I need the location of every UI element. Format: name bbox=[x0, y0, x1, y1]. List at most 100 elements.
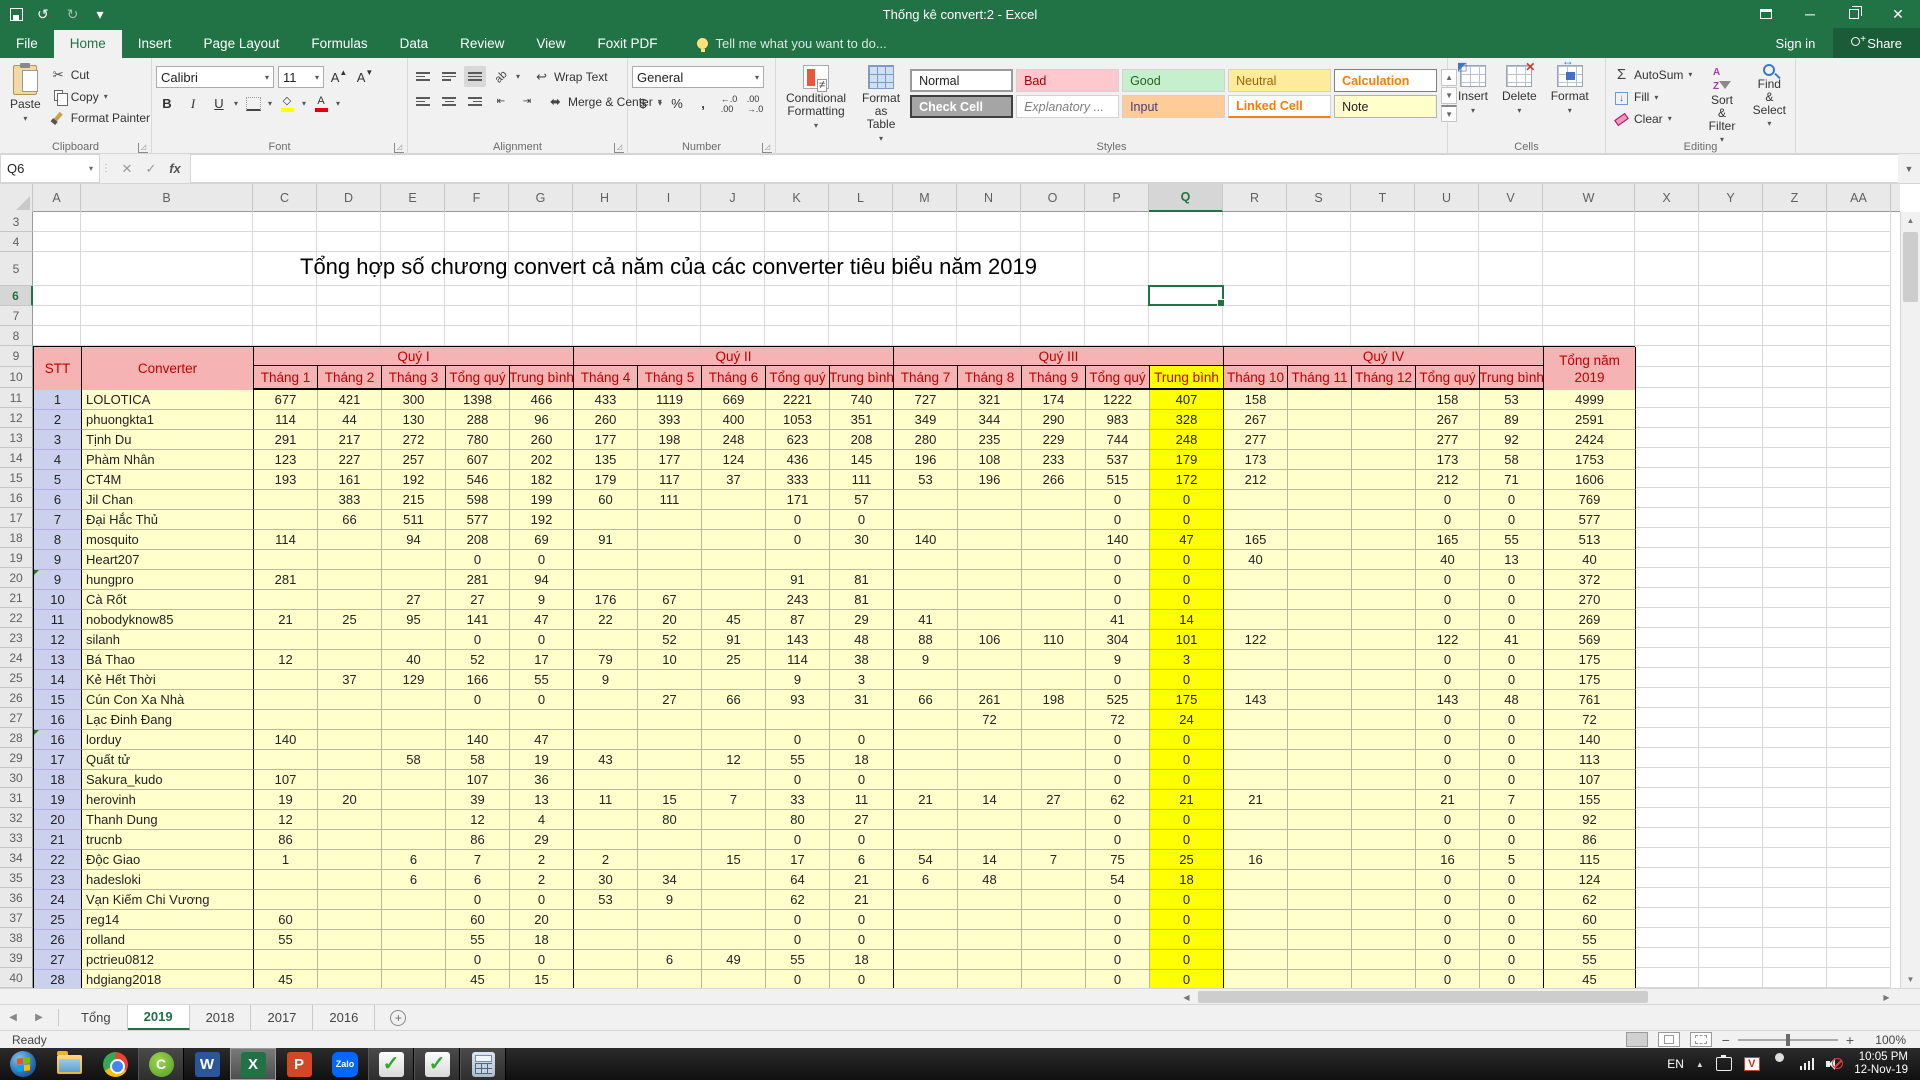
cell-X6[interactable] bbox=[1635, 286, 1699, 306]
value-cell[interactable]: 39 bbox=[446, 790, 510, 810]
value-cell[interactable]: 260 bbox=[574, 410, 638, 430]
column-header-N[interactable]: N bbox=[957, 184, 1021, 212]
value-cell[interactable] bbox=[702, 570, 766, 590]
value-cell[interactable]: 110 bbox=[1022, 630, 1086, 650]
cell-AA30[interactable] bbox=[1827, 768, 1891, 788]
stt-cell[interactable]: 18 bbox=[34, 770, 82, 790]
value-cell[interactable]: 272 bbox=[382, 430, 446, 450]
style-explanatory-[interactable]: Explanatory ... bbox=[1016, 95, 1119, 118]
value-cell[interactable] bbox=[1022, 710, 1086, 730]
value-cell[interactable] bbox=[1288, 870, 1352, 890]
column-header-R[interactable]: R bbox=[1223, 184, 1287, 212]
taskbar-app-zalo[interactable]: Zalo bbox=[322, 1048, 368, 1080]
stt-cell[interactable]: 21 bbox=[34, 830, 82, 850]
value-cell[interactable]: 58 bbox=[382, 750, 446, 770]
value-cell[interactable]: 18 bbox=[830, 750, 894, 770]
value-cell[interactable]: 0 bbox=[766, 770, 830, 790]
value-cell[interactable]: 248 bbox=[702, 430, 766, 450]
autosum-button[interactable]: ΣAutoSum ▾ bbox=[1610, 64, 1696, 85]
value-cell[interactable] bbox=[1022, 730, 1086, 750]
column-header-J[interactable]: J bbox=[701, 184, 765, 212]
value-cell[interactable] bbox=[958, 890, 1022, 910]
value-cell[interactable]: 0 bbox=[1416, 650, 1480, 670]
cell-H7[interactable] bbox=[573, 306, 637, 326]
stt-cell[interactable]: 23 bbox=[34, 870, 82, 890]
row-header-29[interactable]: 29 bbox=[0, 748, 33, 768]
cell-Y35[interactable] bbox=[1699, 868, 1763, 888]
value-cell[interactable] bbox=[382, 550, 446, 570]
value-cell[interactable] bbox=[1022, 530, 1086, 550]
value-cell[interactable] bbox=[958, 650, 1022, 670]
value-cell[interactable] bbox=[1288, 430, 1352, 450]
decrease-decimal-icon[interactable]: .00→.0 bbox=[744, 93, 766, 114]
value-cell[interactable]: 0 bbox=[1416, 570, 1480, 590]
value-cell[interactable]: 91 bbox=[702, 630, 766, 650]
cell-E8[interactable] bbox=[381, 326, 445, 346]
value-cell[interactable]: 72 bbox=[958, 710, 1022, 730]
cell-B4[interactable] bbox=[81, 232, 253, 252]
value-cell[interactable] bbox=[958, 610, 1022, 630]
value-cell[interactable] bbox=[1288, 850, 1352, 870]
cell-X31[interactable] bbox=[1635, 788, 1699, 808]
value-cell[interactable] bbox=[958, 770, 1022, 790]
value-cell[interactable]: 18 bbox=[1150, 870, 1224, 890]
value-cell[interactable]: 143 bbox=[766, 630, 830, 650]
cell-X12[interactable] bbox=[1635, 408, 1699, 428]
value-cell[interactable] bbox=[958, 670, 1022, 690]
value-cell[interactable] bbox=[1352, 450, 1416, 470]
cell-Y21[interactable] bbox=[1699, 588, 1763, 608]
cell-AA5[interactable] bbox=[1827, 252, 1891, 286]
value-cell[interactable]: 53 bbox=[574, 890, 638, 910]
value-cell[interactable] bbox=[958, 510, 1022, 530]
value-cell[interactable]: 227 bbox=[318, 450, 382, 470]
value-cell[interactable] bbox=[574, 510, 638, 530]
tab-view[interactable]: View bbox=[520, 30, 581, 58]
value-cell[interactable]: 0 bbox=[1480, 590, 1544, 610]
value-cell[interactable]: 111 bbox=[830, 470, 894, 490]
cell-O6[interactable] bbox=[1021, 286, 1085, 306]
stt-cell[interactable]: 15 bbox=[34, 690, 82, 710]
value-cell[interactable]: 145 bbox=[830, 450, 894, 470]
value-cell[interactable]: 4 bbox=[510, 810, 574, 830]
value-cell[interactable] bbox=[382, 930, 446, 950]
value-cell[interactable] bbox=[894, 770, 958, 790]
stt-cell[interactable]: 9 bbox=[34, 550, 82, 570]
cell-X16[interactable] bbox=[1635, 488, 1699, 508]
cell-P8[interactable] bbox=[1085, 326, 1149, 346]
value-cell[interactable]: 47 bbox=[1150, 530, 1224, 550]
value-cell[interactable]: 175 bbox=[1544, 670, 1636, 690]
stt-cell[interactable]: 6 bbox=[34, 490, 82, 510]
converter-name-cell[interactable]: silanh bbox=[82, 630, 254, 650]
percent-style-icon[interactable]: % bbox=[666, 93, 688, 114]
cell-Z36[interactable] bbox=[1763, 888, 1827, 908]
taskbar-app-powerpoint[interactable]: P bbox=[276, 1048, 322, 1080]
value-cell[interactable] bbox=[1022, 670, 1086, 690]
new-sheet-button[interactable]: + bbox=[385, 1005, 411, 1030]
converter-name-cell[interactable]: phuongkta1 bbox=[82, 410, 254, 430]
value-cell[interactable]: 0 bbox=[766, 830, 830, 850]
value-cell[interactable]: 0 bbox=[1086, 830, 1150, 850]
value-cell[interactable]: 135 bbox=[574, 450, 638, 470]
sheet-tab-2018[interactable]: 2018 bbox=[190, 1005, 252, 1030]
value-cell[interactable]: 93 bbox=[766, 690, 830, 710]
value-cell[interactable] bbox=[1288, 930, 1352, 950]
undo-icon[interactable]: ↺▾ bbox=[37, 7, 53, 21]
cell-S5[interactable] bbox=[1287, 252, 1351, 286]
value-cell[interactable] bbox=[958, 810, 1022, 830]
orientation-icon[interactable]: ab bbox=[490, 66, 512, 87]
restore-button[interactable] bbox=[1832, 0, 1876, 28]
cell-I6[interactable] bbox=[637, 286, 701, 306]
value-cell[interactable] bbox=[958, 570, 1022, 590]
value-cell[interactable] bbox=[638, 550, 702, 570]
cell-X7[interactable] bbox=[1635, 306, 1699, 326]
value-cell[interactable] bbox=[1022, 570, 1086, 590]
value-cell[interactable] bbox=[1352, 510, 1416, 530]
value-cell[interactable]: 62 bbox=[1544, 890, 1636, 910]
value-cell[interactable] bbox=[1022, 510, 1086, 530]
value-cell[interactable]: 92 bbox=[1544, 810, 1636, 830]
value-cell[interactable] bbox=[1352, 870, 1416, 890]
value-cell[interactable] bbox=[894, 490, 958, 510]
value-cell[interactable] bbox=[1352, 750, 1416, 770]
value-cell[interactable] bbox=[318, 890, 382, 910]
value-cell[interactable]: 21 bbox=[830, 890, 894, 910]
